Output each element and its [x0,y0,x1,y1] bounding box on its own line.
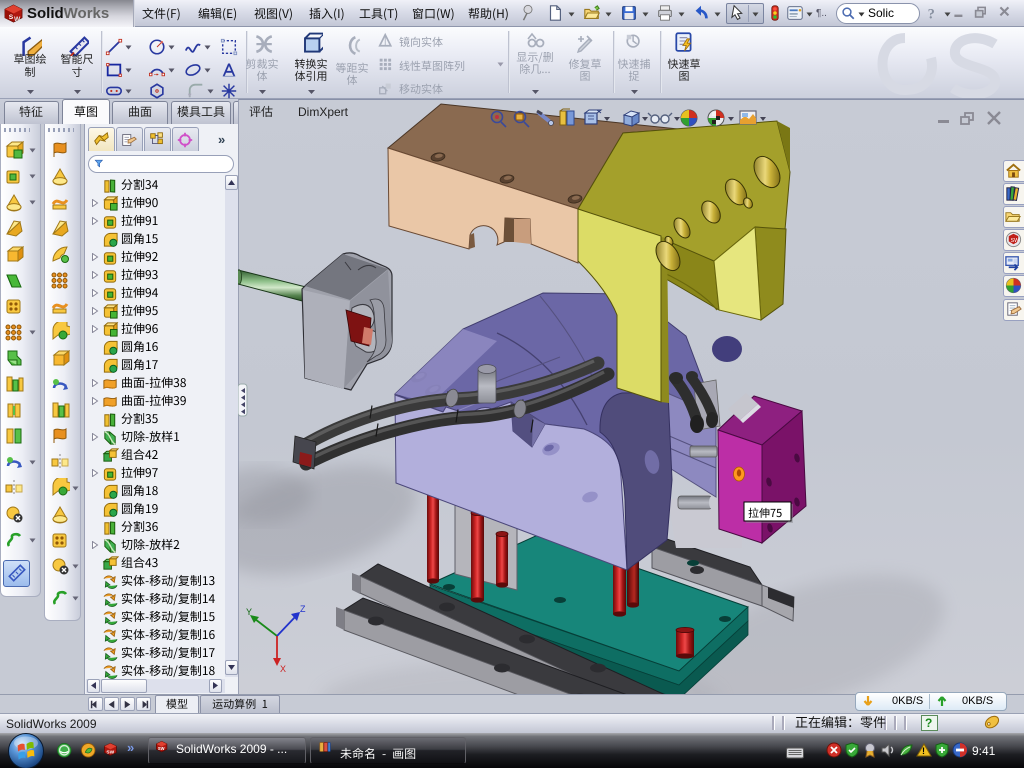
svg-text:DimXpert: DimXpert [298,105,349,119]
